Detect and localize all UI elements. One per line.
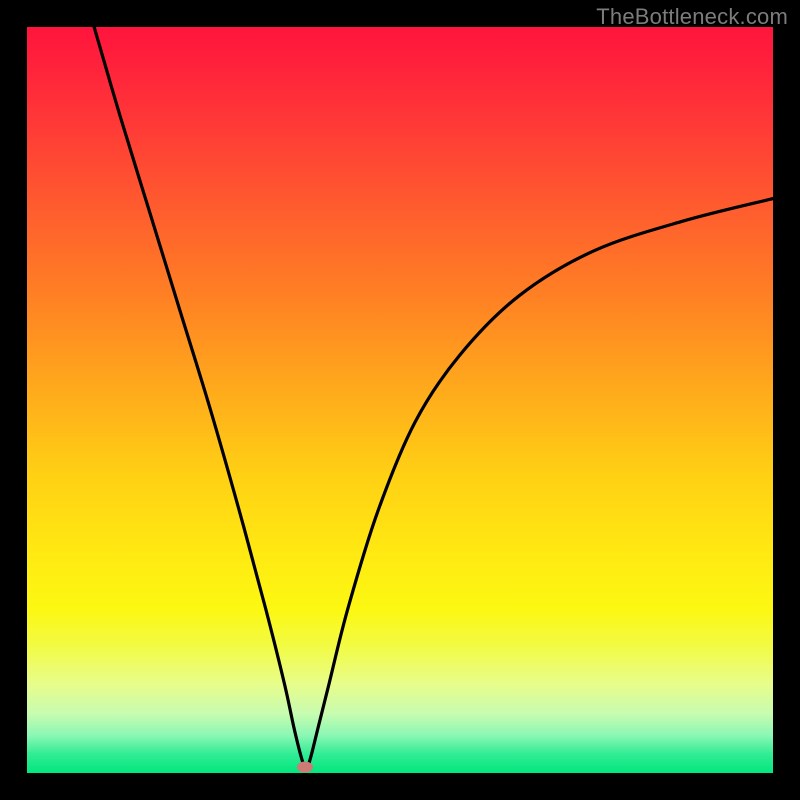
minimum-marker [297,762,313,773]
bottleneck-curve [27,27,773,773]
watermark-text: TheBottleneck.com [596,4,788,30]
chart-frame: TheBottleneck.com [0,0,800,800]
plot-area [27,27,773,773]
